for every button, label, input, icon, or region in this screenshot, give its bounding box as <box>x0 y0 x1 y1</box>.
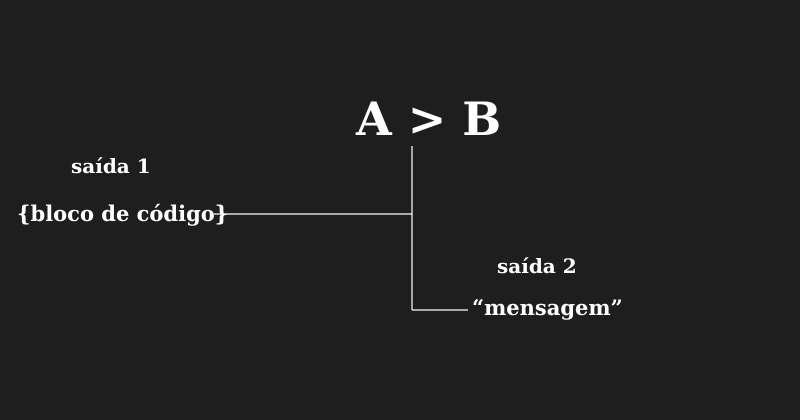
condition-label: A > B <box>356 92 502 146</box>
output-1-label: saída 1 <box>71 154 151 178</box>
output-1-content: {bloco de código} <box>17 201 229 226</box>
output-2-label: saída 2 <box>497 254 577 278</box>
diagram-canvas: A > B saída 1 {bloco de código} saída 2 … <box>0 0 800 420</box>
output-2-content: “mensagem” <box>472 295 623 320</box>
